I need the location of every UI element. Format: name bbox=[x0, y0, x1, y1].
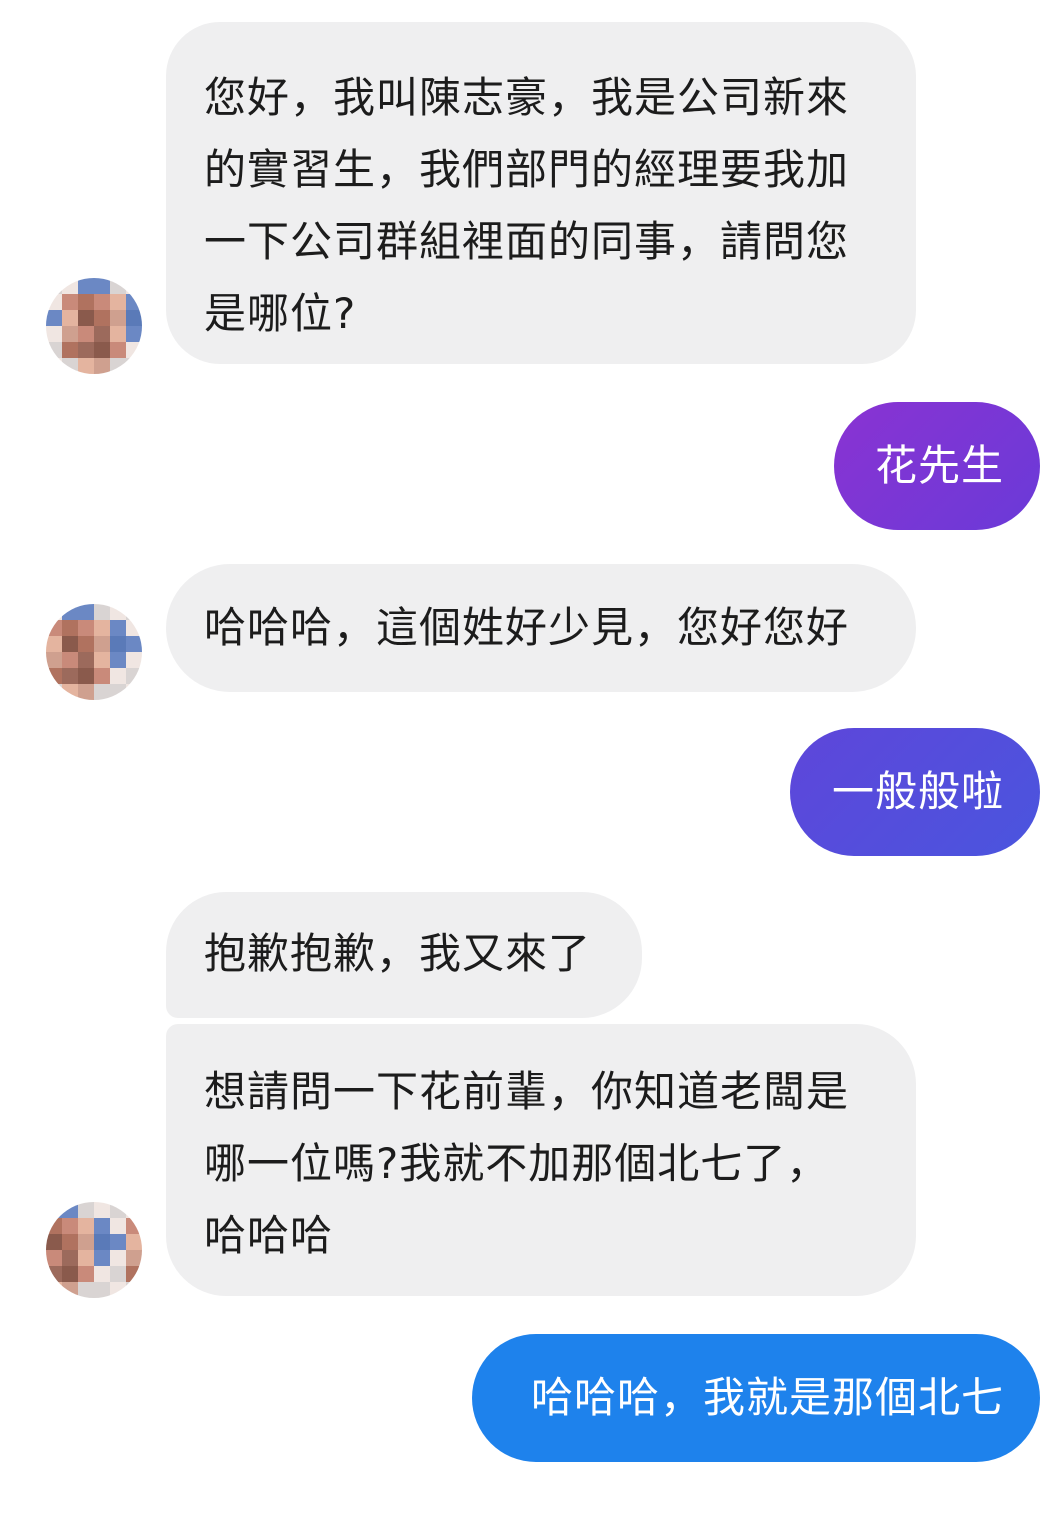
message-text: 一般般啦 bbox=[831, 767, 1004, 816]
incoming-message-bubble[interactable]: 您好，我叫陳志豪，我是公司新來 的實習生，我們部門的經理要我加 一下公司群組裡面… bbox=[166, 22, 916, 364]
outgoing-message-bubble[interactable]: 花先生 bbox=[834, 402, 1040, 530]
outgoing-message-bubble[interactable]: 一般般啦 bbox=[790, 728, 1040, 856]
message-text: 哈哈哈，我就是那個北七 bbox=[530, 1373, 1004, 1422]
chat-thread: 您好，我叫陳志豪，我是公司新來 的實習生，我們部門的經理要我加 一下公司群組裡面… bbox=[0, 0, 1064, 1539]
incoming-message-bubble[interactable]: 抱歉抱歉，我又來了 bbox=[166, 892, 642, 1018]
incoming-message-bubble[interactable]: 想請問一下花前輩，你知道老闆是 哪一位嗎?我就不加那個北七了， 哈哈哈 bbox=[166, 1024, 916, 1296]
message-line: 哈哈哈 bbox=[204, 1211, 334, 1260]
incoming-message-bubble[interactable]: 哈哈哈，這個姓好少見，您好您好 bbox=[166, 564, 916, 692]
message-text: 花先生 bbox=[874, 441, 1004, 490]
message-line: 抱歉抱歉，我又來了 bbox=[204, 929, 592, 978]
message-line: 是哪位? bbox=[204, 289, 357, 338]
message-line: 一下公司群組裡面的同事，請問您 bbox=[204, 217, 850, 266]
contact-avatar-icon[interactable] bbox=[46, 1202, 142, 1298]
contact-avatar-icon[interactable] bbox=[46, 278, 142, 374]
message-line: 的實習生，我們部門的經理要我加 bbox=[204, 145, 850, 194]
outgoing-message-bubble[interactable]: 哈哈哈，我就是那個北七 bbox=[472, 1334, 1040, 1462]
message-line: 想請問一下花前輩，你知道老闆是 bbox=[204, 1067, 850, 1116]
message-line: 哪一位嗎?我就不加那個北七了， bbox=[204, 1139, 830, 1188]
message-line: 您好，我叫陳志豪，我是公司新來 bbox=[204, 73, 850, 122]
message-line: 哈哈哈，這個姓好少見，您好您好 bbox=[204, 603, 850, 652]
contact-avatar-icon[interactable] bbox=[46, 604, 142, 700]
